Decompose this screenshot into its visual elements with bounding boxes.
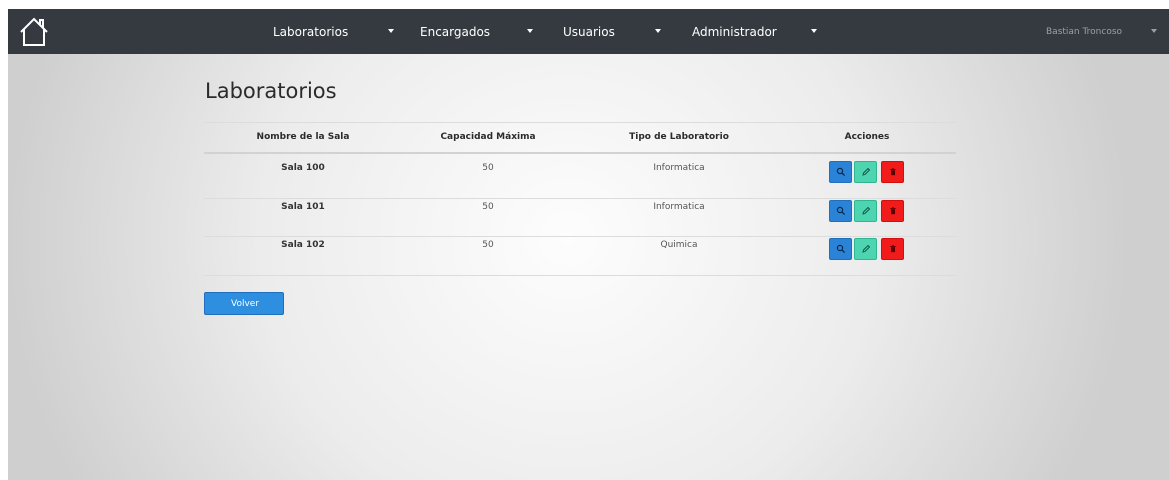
cell-nombre: Sala 100 [281, 163, 325, 173]
view-button[interactable] [829, 161, 852, 183]
trash-icon [889, 207, 896, 215]
nav-usuarios[interactable]: Usuarios [563, 9, 615, 54]
delete-button[interactable] [881, 200, 904, 222]
cell-nombre: Sala 102 [281, 240, 325, 250]
view-button[interactable] [829, 238, 852, 260]
volver-button[interactable]: Volver [204, 292, 284, 315]
trash-icon [889, 168, 896, 176]
edit-button[interactable] [854, 200, 877, 222]
user-menu[interactable]: Bastian Troncoso [1046, 9, 1122, 54]
table-divider [204, 275, 956, 276]
header-tipo: Tipo de Laboratorio [629, 132, 729, 142]
pencil-icon [861, 206, 870, 215]
delete-button[interactable] [881, 161, 904, 183]
header-nombre: Nombre de la Sala [256, 132, 350, 142]
app-frame: Laboratorios Encargados Usuarios Adminis… [8, 9, 1169, 480]
delete-button[interactable] [881, 238, 904, 260]
navbar: Laboratorios Encargados Usuarios Adminis… [8, 9, 1169, 54]
cell-tipo: Informatica [653, 163, 705, 173]
cell-nombre: Sala 101 [281, 202, 325, 212]
chevron-down-icon[interactable] [1151, 29, 1157, 33]
page-title: Laboratorios [205, 79, 337, 103]
pencil-icon [861, 167, 870, 176]
edit-button[interactable] [854, 161, 877, 183]
trash-icon [889, 245, 896, 253]
table-header-divider [204, 152, 956, 154]
chevron-down-icon[interactable] [655, 29, 661, 33]
edit-button[interactable] [854, 238, 877, 260]
table-divider [204, 236, 956, 237]
table-divider [204, 198, 956, 199]
nav-administrador[interactable]: Administrador [692, 9, 777, 54]
search-icon [836, 244, 845, 254]
view-button[interactable] [829, 200, 852, 222]
search-icon [836, 167, 845, 177]
header-acciones: Acciones [844, 132, 890, 142]
table-divider [204, 122, 956, 123]
chevron-down-icon[interactable] [811, 29, 817, 33]
search-icon [836, 206, 845, 216]
home-icon[interactable] [18, 16, 50, 48]
nav-encargados[interactable]: Encargados [420, 9, 490, 54]
cell-tipo: Informatica [653, 202, 705, 212]
header-capacidad: Capacidad Máxima [440, 132, 536, 142]
pencil-icon [861, 244, 870, 253]
chevron-down-icon[interactable] [527, 29, 533, 33]
cell-capacidad: 50 [482, 240, 494, 250]
cell-tipo: Quimica [660, 240, 698, 250]
cell-capacidad: 50 [482, 163, 494, 173]
cell-capacidad: 50 [482, 202, 494, 212]
nav-laboratorios[interactable]: Laboratorios [273, 9, 348, 54]
chevron-down-icon[interactable] [388, 29, 394, 33]
